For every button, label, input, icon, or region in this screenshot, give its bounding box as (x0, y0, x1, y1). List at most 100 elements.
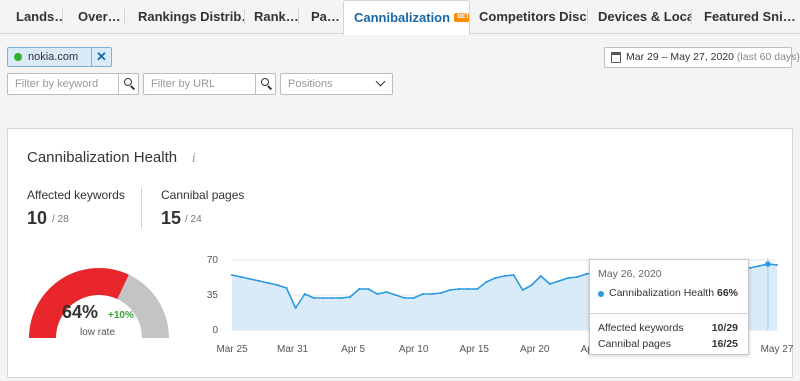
data-point (512, 274, 515, 276)
domain-label: nokia.com (28, 51, 79, 63)
data-point (312, 297, 315, 299)
data-point (458, 288, 461, 290)
data-point (467, 288, 470, 290)
gauge-remaining-arc (117, 274, 169, 338)
url-filter (143, 73, 276, 95)
keyword-search-button[interactable] (118, 74, 138, 94)
x-tick-label: Apr 10 (399, 344, 429, 355)
data-point (748, 267, 751, 269)
y-tick-label: 35 (207, 290, 219, 301)
domain-status-dot (14, 53, 22, 61)
tooltip-series-label: Cannibalization Health (609, 287, 715, 299)
data-point (521, 289, 524, 291)
calendar-icon (611, 52, 621, 63)
x-tick-label: May 27 (761, 344, 794, 355)
affected-keywords-label: Affected keywords (27, 188, 125, 202)
cannibal-pages-label: Cannibal pages (161, 188, 245, 202)
positions-label: Positions (288, 78, 333, 90)
date-range-button[interactable]: Mar 29 – May 27, 2020 (last 60 days) (604, 47, 800, 68)
panel-title: Cannibalization Health (27, 149, 178, 166)
data-point (376, 293, 379, 295)
positions-select[interactable]: Positions (280, 73, 393, 95)
data-point (558, 280, 560, 282)
data-point (276, 284, 279, 286)
data-point (349, 296, 352, 298)
data-point (765, 261, 771, 267)
report-tabs: Lands… Over… Rankings Distrib… Rank… Pa…… (0, 0, 800, 35)
data-point (231, 274, 233, 276)
data-point (548, 283, 551, 285)
data-point (330, 297, 333, 299)
gauge-delta: +10% (108, 310, 134, 321)
beta-badge: BETA (454, 12, 469, 22)
chart-tooltip: May 26, 2020 Cannibalization Health 66% … (589, 259, 749, 355)
x-tick-label: Mar 31 (277, 344, 309, 355)
data-point (539, 275, 542, 277)
data-point (240, 276, 243, 278)
tab-rankings[interactable]: Rank… (245, 0, 299, 34)
tooltip-pages-value: 16/25 (711, 338, 738, 350)
tab-devices-locations[interactable]: Devices & Loca… (588, 0, 692, 34)
chevron-down-icon (375, 76, 386, 87)
data-point (757, 265, 760, 267)
affected-keywords-total: / 28 (52, 214, 69, 225)
x-tick-label: Apr 20 (520, 344, 550, 355)
x-tick-label: Apr 15 (459, 344, 489, 355)
data-point (340, 297, 342, 299)
tab-rankings-distribution[interactable]: Rankings Distrib… (125, 0, 245, 34)
tooltip-affected-value: 10/29 (711, 322, 738, 334)
tooltip-affected-label: Affected keywords (598, 322, 684, 334)
tooltip-date: May 26, 2020 (598, 268, 662, 280)
data-point (421, 293, 424, 295)
tooltip-series-value: 66% (716, 287, 738, 299)
data-point (321, 297, 324, 299)
cannibal-pages-value: 15 (161, 208, 182, 228)
tab-cannibalization-label: Cannibalization (354, 10, 451, 25)
tab-competitors-discovery[interactable]: Competitors Disc… (470, 0, 588, 34)
keyword-filter (7, 73, 139, 95)
data-point (285, 287, 288, 289)
close-icon[interactable]: ✕ (91, 48, 111, 66)
data-point (303, 293, 306, 295)
metric-divider (141, 187, 142, 229)
data-point (258, 280, 261, 282)
gauge-caption: low rate (80, 327, 116, 338)
url-search-button[interactable] (255, 74, 275, 94)
data-point (394, 294, 397, 296)
x-tick-label: Apr 5 (341, 344, 365, 355)
date-range-text: Mar 29 – May 27, 2020 (626, 51, 734, 63)
tooltip-pages-label: Cannibal pages (598, 338, 671, 350)
tab-landscape[interactable]: Lands… (0, 0, 63, 34)
affected-keywords-value: 10 (27, 208, 48, 228)
tab-overview[interactable]: Over… (63, 0, 125, 34)
data-point (249, 278, 252, 280)
data-point (476, 288, 479, 290)
data-point (294, 307, 297, 309)
data-point (430, 293, 433, 295)
keyword-filter-input[interactable] (8, 74, 120, 94)
data-point (449, 289, 451, 291)
data-point (485, 281, 488, 283)
data-point (567, 277, 570, 279)
tooltip-series-dot (598, 291, 604, 297)
data-point (358, 288, 361, 290)
info-icon[interactable]: i (192, 151, 196, 165)
data-point (412, 297, 415, 299)
cannibal-pages-total: / 24 (185, 214, 202, 225)
tab-cannibalization[interactable]: CannibalizationBETA (343, 0, 470, 35)
domain-chip: nokia.com ✕ (7, 47, 112, 67)
y-tick-label: 0 (212, 325, 218, 336)
tab-pages[interactable]: Pa… (299, 0, 344, 34)
date-range-note: (last 60 days) (736, 51, 800, 63)
tab-featured-snippets[interactable]: Featured Sni… (692, 0, 800, 34)
data-point (494, 277, 497, 279)
gauge-percent: 64% (62, 302, 99, 322)
tooltip-divider (590, 313, 748, 314)
data-point (403, 297, 406, 299)
x-tick-label: Mar 25 (216, 344, 248, 355)
data-point (367, 288, 370, 290)
data-point (530, 284, 533, 286)
y-tick-label: 70 (207, 255, 219, 266)
url-filter-input[interactable] (144, 74, 257, 94)
data-point (385, 291, 388, 293)
